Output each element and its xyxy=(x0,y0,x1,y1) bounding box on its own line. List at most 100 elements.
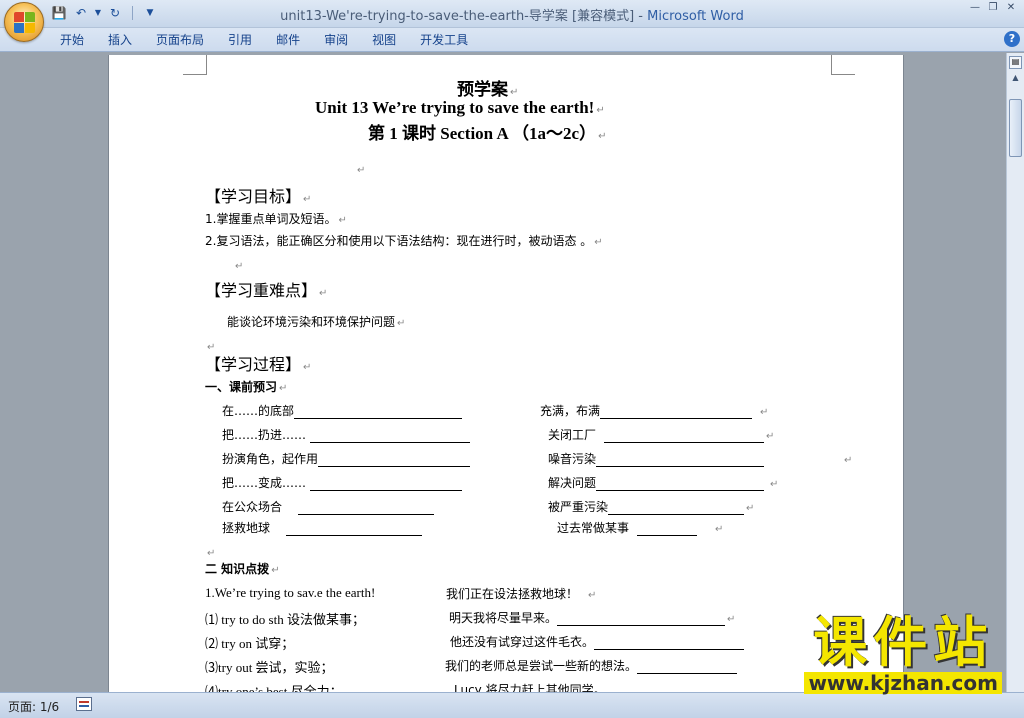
help-icon[interactable]: ? xyxy=(1004,31,1020,47)
phrase-right-6: 过去常做某事 xyxy=(557,521,630,535)
doc-heading-line: 预学案 ↵ xyxy=(457,75,518,100)
phrase-right-3: 噪音污染 xyxy=(548,452,597,466)
ruler-toggle-icon[interactable]: ▤ xyxy=(1009,56,1022,69)
paragraph-mark: ↵ xyxy=(760,407,769,418)
paragraph-mark: ↵ xyxy=(746,503,755,514)
crop-mark-top-left xyxy=(183,55,207,75)
unit-title-line: Unit 13 We’re trying to save the earth! ↵ xyxy=(315,98,605,118)
paragraph-mark: ↵ xyxy=(596,105,605,116)
tab-developer[interactable]: 开发工具 xyxy=(410,31,478,49)
phrase-row-6-right: 过去常做某事 ↵ xyxy=(557,519,723,536)
answer-blank[interactable] xyxy=(294,405,463,419)
paragraph-mark: ↵ xyxy=(397,318,406,329)
knowledge-row-1-cn: 我们正在设法拯救地球！ ↵ xyxy=(446,585,596,602)
answer-blank[interactable] xyxy=(600,405,753,419)
phrase-left-4: 把……变成…… xyxy=(222,476,307,490)
page-indicator[interactable]: 页面: 1/6 xyxy=(8,698,59,715)
phrase-row-6: 拯救地球 xyxy=(222,519,423,536)
answer-blank[interactable] xyxy=(596,477,765,491)
paragraph-mark: ↵ xyxy=(598,131,607,142)
goal-1-line: 1.掌握重点单词及短语。 ↵ xyxy=(205,210,347,227)
phrase-row-1-right: 充满，布满 ↵ xyxy=(540,402,768,419)
minimize-icon[interactable]: — xyxy=(968,2,982,16)
answer-blank[interactable] xyxy=(637,522,698,536)
window-title: unit13-We're-trying-to-save-the-earth-导学… xyxy=(0,5,1024,24)
paragraph-mark: ↵ xyxy=(588,590,597,601)
office-logo-icon xyxy=(14,12,36,34)
goal-1: 1.掌握重点单词及短语。 xyxy=(205,212,337,226)
preview-heading-line: 一、课前预习 ↵ xyxy=(205,378,287,395)
paragraph-mark: ↵ xyxy=(715,524,724,535)
knowledge-1-cn: 我们正在设法拯救地球！ xyxy=(446,587,579,601)
answer-blank[interactable] xyxy=(557,612,726,626)
office-button[interactable] xyxy=(4,2,44,42)
phrase-row-3: 扮演角色，起作用 xyxy=(222,450,471,467)
knowledge-5-cn: Lucy 将尽力赶上其他同学。 xyxy=(454,683,606,692)
close-icon[interactable]: ✕ xyxy=(1004,2,1018,16)
unit-title: Unit 13 We’re trying to save the earth! xyxy=(315,98,595,117)
knowledge-row-4: ⑶try out 尝试，实验； xyxy=(205,657,334,676)
document-title: unit13-We're-trying-to-save-the-earth-导学… xyxy=(280,9,648,24)
restore-icon[interactable]: ❐ xyxy=(986,2,1000,16)
paragraph-mark: ↵ xyxy=(303,362,312,373)
phrase-row-2: 把……扔进…… xyxy=(222,426,471,443)
answer-blank[interactable] xyxy=(596,453,765,467)
phrase-row-4: 把……变成…… xyxy=(222,474,463,491)
paragraph-mark: ↵ xyxy=(844,455,853,466)
difficult-text-line: 能谈论环境污染和环境保护问题 ↵ xyxy=(227,313,405,330)
answer-blank[interactable] xyxy=(286,522,423,536)
process-heading-line: 【学习过程】 ↵ xyxy=(205,351,311,375)
tab-review[interactable]: 审阅 xyxy=(314,31,358,49)
answer-blank[interactable] xyxy=(310,429,471,443)
answer-blank[interactable] xyxy=(637,660,738,674)
tab-references[interactable]: 引用 xyxy=(218,31,262,49)
scroll-up-icon[interactable]: ▲ xyxy=(1009,73,1022,87)
phrase-right-1: 充满，布满 xyxy=(540,404,601,418)
paragraph-mark: ↵ xyxy=(207,548,216,559)
phrase-left-2: 把……扔进…… xyxy=(222,428,307,442)
goals-heading: 【学习目标】 xyxy=(205,187,302,206)
phrase-row-4-right: 解决问题 ↵ xyxy=(548,474,778,491)
window-controls: — ❐ ✕ xyxy=(968,2,1018,16)
paragraph-mark: ↵ xyxy=(235,261,244,272)
phrase-row-5: 在公众场合 xyxy=(222,498,435,515)
knowledge-heading: 二 知识点拨 xyxy=(205,562,270,576)
knowledge-row-3: ⑵ try on 试穿； xyxy=(205,633,294,652)
phrase-left-1: 在……的底部 xyxy=(222,404,295,418)
paragraph-mark: ↵ xyxy=(770,479,779,490)
knowledge-row-1: 1.We’re trying to sav.e the earth! xyxy=(205,585,375,601)
document-workspace: 预学案 ↵ Unit 13 We’re trying to save the ea… xyxy=(0,53,1006,692)
proofing-status-icon[interactable] xyxy=(76,697,92,711)
answer-blank[interactable] xyxy=(604,429,765,443)
preview-heading: 一、课前预习 xyxy=(205,380,278,394)
lesson-title: 第 1 课时 Section A （1a～2c） xyxy=(368,124,597,143)
tab-insert[interactable]: 插入 xyxy=(98,31,142,49)
answer-blank[interactable] xyxy=(608,501,745,515)
knowledge-row-2-cn: 明天我将尽量早来。 ↵ xyxy=(449,609,735,626)
answer-blank[interactable] xyxy=(594,636,745,650)
answer-blank[interactable] xyxy=(318,453,471,467)
phrase-right-2: 关闭工厂 xyxy=(548,428,597,442)
phrase-row-5-right: 被严重污染 ↵ xyxy=(548,498,754,515)
difficult-text: 能谈论环境污染和环境保护问题 xyxy=(227,315,396,329)
knowledge-row-4-cn: 我们的老师总是尝试一些新的想法。 xyxy=(445,657,738,674)
tab-mailings[interactable]: 邮件 xyxy=(266,31,310,49)
knowledge-row-2: ⑴ try to do sth 设法做某事； xyxy=(205,609,365,628)
empty-paragraph: ↵ xyxy=(205,541,215,560)
scroll-thumb[interactable] xyxy=(1009,99,1022,157)
paragraph-mark: ↵ xyxy=(727,614,736,625)
tab-home[interactable]: 开始 xyxy=(50,31,94,49)
paragraph-mark: ↵ xyxy=(279,383,288,394)
knowledge-5-en: ⑷try one’s best 尽全力； xyxy=(205,684,343,692)
paragraph-mark: ↵ xyxy=(319,288,328,299)
paragraph-mark: ↵ xyxy=(303,194,312,205)
document-page[interactable]: 预学案 ↵ Unit 13 We’re trying to save the ea… xyxy=(108,55,904,692)
phrase-left-6: 拯救地球 xyxy=(222,521,271,535)
knowledge-3-en: ⑵ try on 试穿； xyxy=(205,636,295,651)
answer-blank[interactable] xyxy=(310,477,463,491)
vertical-scrollbar[interactable]: ▤ ▲ xyxy=(1006,53,1024,692)
difficult-heading: 【学习重难点】 xyxy=(205,281,318,300)
answer-blank[interactable] xyxy=(298,501,435,515)
tab-page-layout[interactable]: 页面布局 xyxy=(146,31,214,49)
tab-view[interactable]: 视图 xyxy=(362,31,406,49)
